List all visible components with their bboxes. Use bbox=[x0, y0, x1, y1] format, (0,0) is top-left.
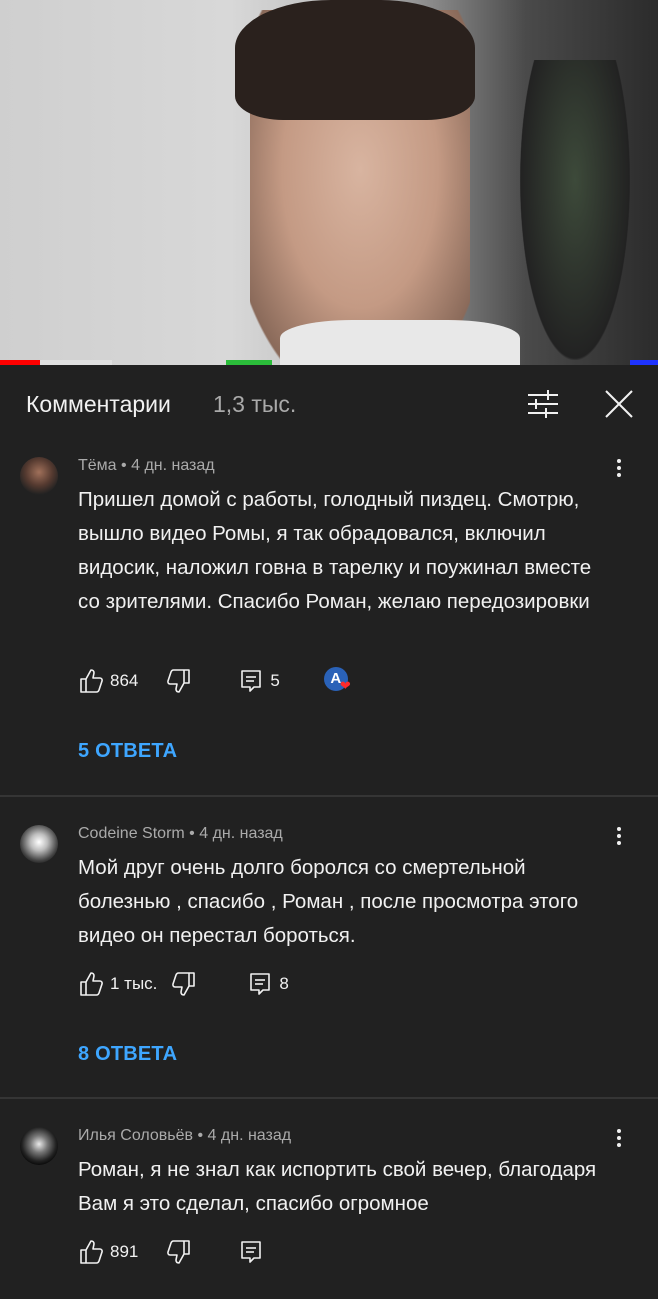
dislike-icon[interactable] bbox=[171, 971, 197, 997]
like-icon[interactable] bbox=[78, 971, 104, 997]
view-replies-button[interactable]: 8 ОТВЕТА bbox=[78, 1043, 177, 1066]
comment-actions: 1 тыс. 8 bbox=[78, 969, 289, 999]
video-player[interactable] bbox=[0, 0, 658, 365]
meta-separator: • bbox=[189, 825, 195, 842]
comment-meta: Илья Соловьёв • 4 дн. назад bbox=[78, 1127, 291, 1145]
more-options-icon[interactable] bbox=[612, 457, 626, 481]
comments-title: Комментарии bbox=[26, 391, 171, 417]
like-count: 864 bbox=[110, 671, 139, 690]
reply-count: 8 bbox=[279, 974, 289, 993]
view-replies-button[interactable]: 5 ОТВЕТА bbox=[78, 740, 177, 763]
dislike-icon[interactable] bbox=[166, 1239, 192, 1265]
comment-meta: Тёма • 4 дн. назад bbox=[78, 457, 215, 475]
dislike-icon[interactable] bbox=[166, 668, 192, 694]
meta-separator: • bbox=[197, 1127, 204, 1144]
like-icon[interactable] bbox=[78, 1239, 104, 1265]
more-options-icon[interactable] bbox=[612, 1127, 626, 1151]
comments-count: 1,3 тыс. bbox=[213, 391, 297, 417]
avatar[interactable] bbox=[20, 457, 58, 495]
comment-actions: 864 5 A ❤ bbox=[78, 666, 352, 696]
avatar[interactable] bbox=[20, 1127, 58, 1165]
reply-icon[interactable] bbox=[247, 971, 273, 997]
meta-separator: • bbox=[121, 457, 127, 474]
more-options-icon[interactable] bbox=[612, 825, 626, 849]
like-icon[interactable] bbox=[78, 668, 104, 694]
heart-icon: ❤ bbox=[339, 678, 351, 693]
like-count: 1 тыс. bbox=[110, 974, 158, 993]
reply-icon[interactable] bbox=[238, 1239, 264, 1265]
comment-text: Пришел домой с работы, голодный пиздец. … bbox=[78, 488, 592, 613]
comment-text: Мой друг очень долго боролся со смертель… bbox=[78, 856, 579, 947]
video-person-hair bbox=[235, 0, 475, 120]
comment-item: Тёма • 4 дн. назад Пришел домой с работы… bbox=[0, 443, 658, 797]
reply-count: 5 bbox=[270, 671, 280, 690]
comment-meta: Codeine Storm • 4 дн. назад bbox=[78, 825, 283, 843]
comment-time: 4 дн. назад bbox=[131, 457, 215, 474]
comment-time: 4 дн. назад bbox=[207, 1127, 292, 1144]
sort-filter-icon[interactable] bbox=[526, 389, 560, 419]
comment-text: Роман, я не знал как испортить свой вече… bbox=[78, 1158, 597, 1215]
comment-author[interactable]: Илья Соловьёв bbox=[78, 1127, 193, 1144]
comment-item: Codeine Storm • 4 дн. назад Мой друг оче… bbox=[0, 797, 658, 1099]
creator-heart-badge: A ❤ bbox=[323, 667, 352, 695]
like-count: 891 bbox=[110, 1242, 139, 1261]
comment-actions: 891 bbox=[78, 1237, 264, 1267]
comment-author[interactable]: Тёма bbox=[78, 457, 117, 474]
comment-time: 4 дн. назад bbox=[199, 825, 283, 842]
comment-author[interactable]: Codeine Storm bbox=[78, 825, 185, 842]
comments-list: Тёма • 4 дн. назад Пришел домой с работы… bbox=[0, 443, 658, 1299]
comment-item: Илья Соловьёв • 4 дн. назад Роман, я не … bbox=[0, 1099, 658, 1299]
close-icon[interactable] bbox=[604, 389, 634, 419]
comments-header: Комментарии 1,3 тыс. bbox=[0, 365, 658, 444]
avatar[interactable] bbox=[20, 825, 58, 863]
video-background-plant bbox=[520, 60, 630, 360]
reply-icon[interactable] bbox=[238, 668, 264, 694]
video-person-shirt bbox=[280, 320, 520, 365]
